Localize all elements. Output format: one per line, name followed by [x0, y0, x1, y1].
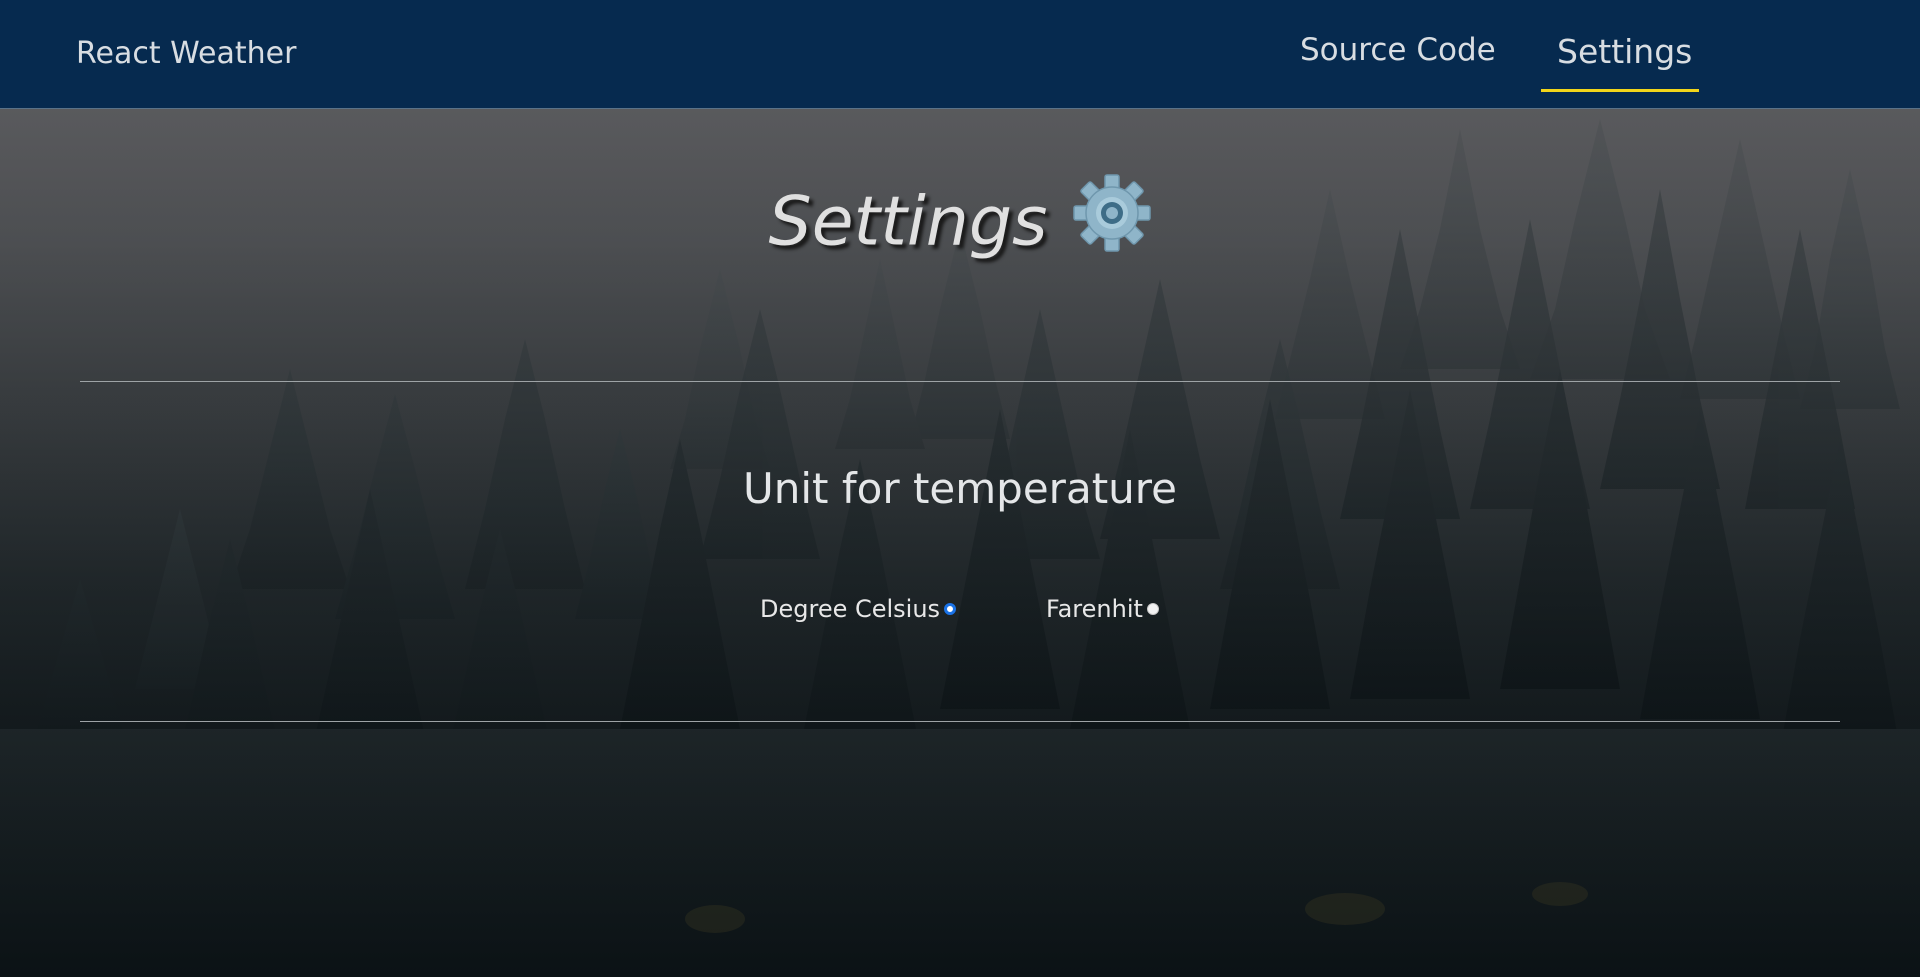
radio-label-celsius: Degree Celsius — [760, 595, 941, 623]
top-navbar: React Weather Source Code Settings — [0, 0, 1920, 109]
nav-source-code[interactable]: Source Code — [1300, 30, 1496, 70]
radio-option-farenhit[interactable]: Farenhit — [1046, 592, 1159, 626]
page-title: Settings — [0, 174, 1920, 278]
nav-settings[interactable]: Settings — [1557, 32, 1692, 72]
radio-label-farenhit: Farenhit — [1046, 595, 1143, 623]
page-title-text: Settings — [768, 182, 1048, 262]
brand-link[interactable]: React Weather — [76, 34, 296, 74]
active-tab-underline — [1541, 89, 1699, 92]
radio-button-farenhit[interactable] — [1146, 603, 1159, 615]
divider-bottom — [80, 721, 1840, 722]
divider-top — [80, 381, 1840, 382]
app-root: React Weather Source Code Settings Setti… — [0, 0, 1920, 977]
radio-option-celsius[interactable]: Degree Celsius — [760, 592, 957, 626]
gear-icon — [1073, 174, 1152, 278]
section-heading: Unit for temperature — [743, 464, 1177, 513]
radio-button-celsius[interactable] — [944, 603, 957, 615]
